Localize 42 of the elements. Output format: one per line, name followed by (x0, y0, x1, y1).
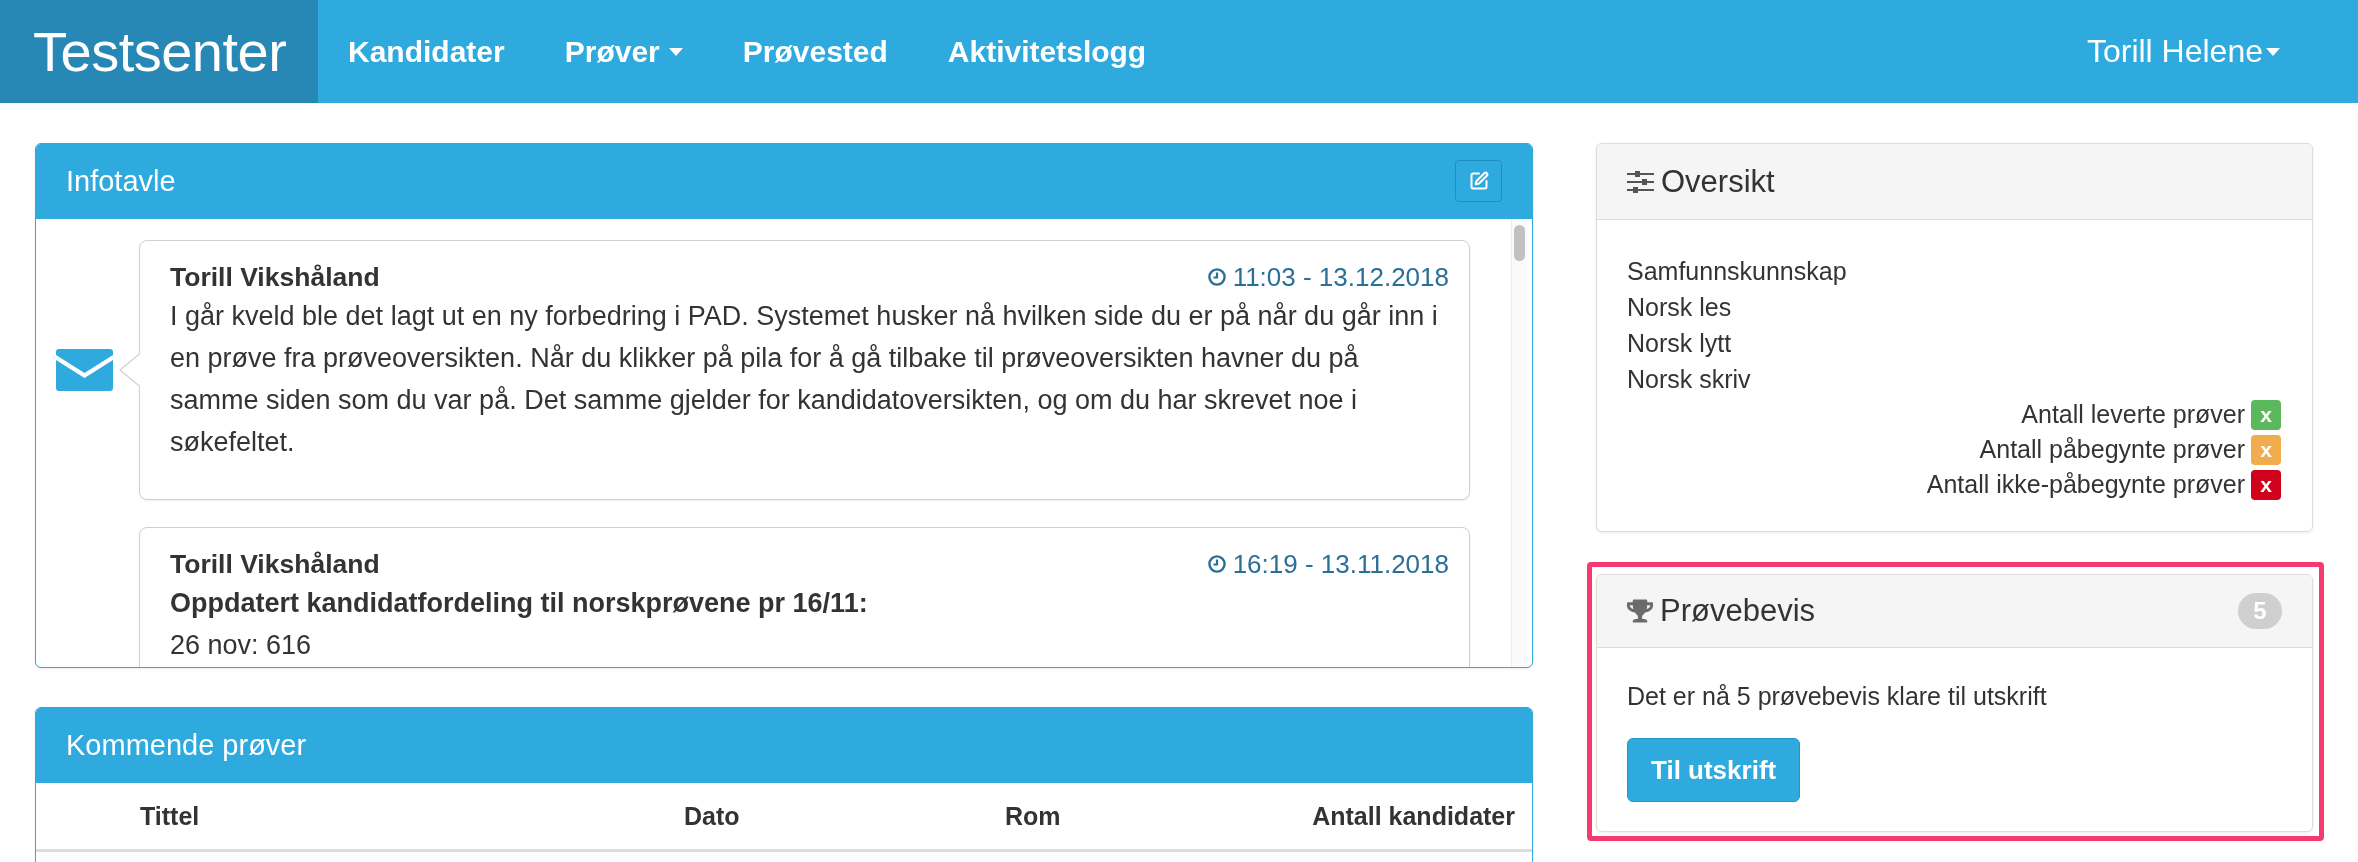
nav-link[interactable]: Prøvested (712, 0, 918, 103)
certificates-text: Det er nå 5 prøvebevis klare til utskrift (1627, 681, 2048, 712)
trophy-icon (1627, 598, 1653, 624)
test-name: Norsk lytt (1627, 328, 1733, 359)
column-header: Tittel (139, 801, 201, 831)
panel-title: Oversikt (1661, 163, 1775, 200)
scrollbar-track[interactable] (1511, 219, 1527, 667)
legend-label: Antall leverte prøver (2021, 400, 2245, 429)
legend-label: Antall ikke-påbegynte prøver (1926, 470, 2245, 499)
edit-icon (1468, 171, 1489, 191)
test-name: Norsk les (1627, 292, 1733, 323)
test-name: Norsk skriv (1627, 364, 1752, 395)
legend-badge: x (2251, 469, 2281, 500)
message-time: 16:19 - 13.11.2018 (1232, 548, 1449, 581)
nav-link[interactable]: Kandidater (318, 0, 535, 103)
message-author: Torill Vikshåland (170, 261, 380, 294)
nav-link[interactable]: Prøver (534, 0, 713, 103)
message-text: I går kveld ble det lagt ut en ny forbedring i PAD. Systemet husker nå hvilken side du er på når du går inn i en prøve fra prøveoversikten. Når du klikker på pila for å gå tilbake til prøveoversikten havner du på samme siden som du var på. Det samme gjelder for kandidatoversikten, og om du har skrevet noe i søkefeltet. (170, 300, 1439, 459)
column-header: Rom (1004, 801, 1062, 831)
clock-icon (1207, 555, 1226, 573)
column-header: Antall kandidater (1311, 801, 1516, 831)
scrollbar-thumb[interactable] (1514, 225, 1525, 261)
message-author: Torill Vikshåland (170, 548, 380, 581)
edit-button[interactable] (1455, 160, 1502, 202)
user-menu[interactable]: Torill Helene (2056, 0, 2358, 103)
envelope-icon (56, 349, 113, 391)
legend-badge: x (2251, 399, 2281, 430)
panel-title: Kommende prøver (66, 728, 307, 762)
message-time: 11:03 - 13.12.2018 (1232, 261, 1449, 294)
brand-logo[interactable]: Testsenter (0, 0, 318, 103)
column-header: Dato (683, 801, 741, 831)
legend-badge: x (2251, 434, 2281, 465)
panel-title: Prøvebevis (1660, 593, 1816, 629)
panel-title: Infotavle (66, 164, 176, 198)
message-subject: Oppdatert kandidatfordeling til norskprøvene pr 16/11: (170, 587, 869, 620)
sliders-icon (1627, 170, 1654, 193)
print-button[interactable]: Til utskrift (1627, 738, 1801, 802)
clock-icon (1207, 268, 1226, 286)
nav-link[interactable]: Aktivitetslogg (917, 0, 1177, 103)
test-name: Samfunnskunnskap (1627, 256, 1848, 287)
message-text: 26 nov: 616 (170, 629, 313, 662)
legend-label: Antall påbegynte prøver (1979, 435, 2245, 464)
